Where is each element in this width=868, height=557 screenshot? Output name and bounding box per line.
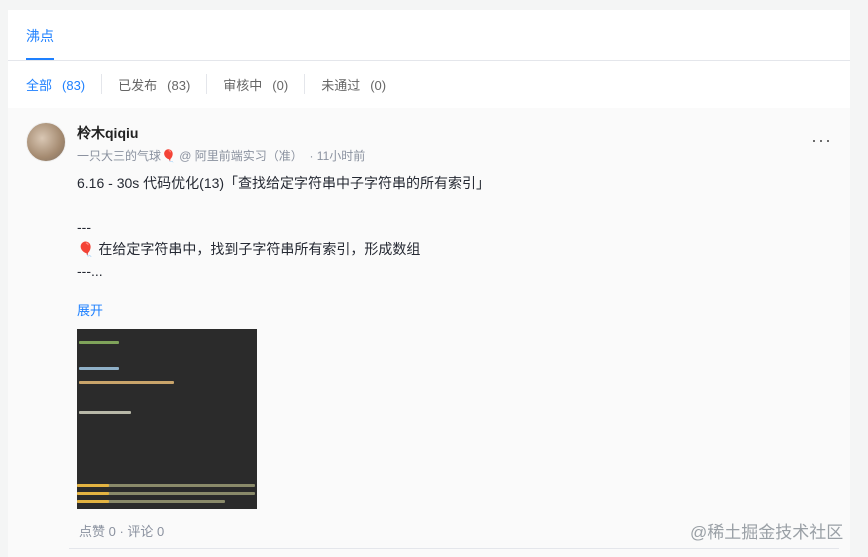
content-line: 🎈 在给定字符串中，找到子字符串所有索引，形成数组 [77, 241, 421, 257]
pin-item: 柃木qiqiu 一只大三的气球🎈 @ 阿里前端实习（准） · 11小时前 ···… [8, 108, 850, 557]
watermark: @稀土掘金技术社区 [690, 523, 844, 542]
filter-count: (0) [272, 77, 289, 93]
author-name[interactable]: 柃木qiqiu [77, 123, 138, 143]
content-line: --- [77, 219, 91, 235]
content-line: ---... [77, 263, 103, 279]
filter-count: (83) [62, 77, 86, 93]
author-bio: 一只大三的气球🎈 @ 阿里前端实习（准） [77, 149, 303, 163]
filter-rejected[interactable]: 未通过 (0) [305, 75, 402, 94]
avatar[interactable] [26, 122, 66, 162]
filter-label: 未通过 [321, 77, 361, 93]
content-card: 沸点 全部 (83) 已发布 (83) 审核中 (0) 未通过 (0) 柃木qiqiu … [8, 10, 850, 557]
more-options-icon[interactable]: ··· [811, 130, 832, 151]
code-line [79, 341, 119, 344]
code-screenshot-image[interactable] [77, 329, 257, 509]
filter-all[interactable]: 全部 (83) [26, 75, 101, 94]
filter-label: 已发布 [118, 77, 158, 93]
filter-reviewing[interactable]: 审核中 (0) [207, 75, 304, 94]
filter-count: (83) [167, 77, 191, 93]
code-line [77, 492, 109, 495]
content-line: 6.16 - 30s 代码优化(13)「查找给定字符串中子字符串的所有索引」 [77, 175, 491, 191]
filter-count: (0) [370, 77, 387, 93]
code-line [79, 367, 119, 370]
status-filters: 全部 (83) 已发布 (83) 审核中 (0) 未通过 (0) [8, 61, 850, 107]
code-line [79, 381, 174, 384]
post-content: 6.16 - 30s 代码优化(13)「查找给定字符串中子字符串的所有索引」 -… [77, 172, 490, 282]
code-line [79, 411, 131, 414]
post-time: · 11小时前 [309, 149, 366, 163]
tab-bar: 沸点 [8, 10, 850, 61]
filter-published[interactable]: 已发布 (83) [102, 75, 206, 94]
tab-pins[interactable]: 沸点 [26, 26, 54, 60]
author-meta: 一只大三的气球🎈 @ 阿里前端实习（准） · 11小时前 [77, 147, 365, 164]
expand-link[interactable]: 展开 [77, 300, 103, 319]
filter-label: 全部 [26, 77, 53, 93]
code-line [77, 500, 109, 503]
filter-label: 审核中 [223, 77, 263, 93]
code-line [77, 484, 109, 487]
post-stats: 点赞 0 · 评论 0 [79, 524, 165, 539]
divider [69, 548, 839, 549]
